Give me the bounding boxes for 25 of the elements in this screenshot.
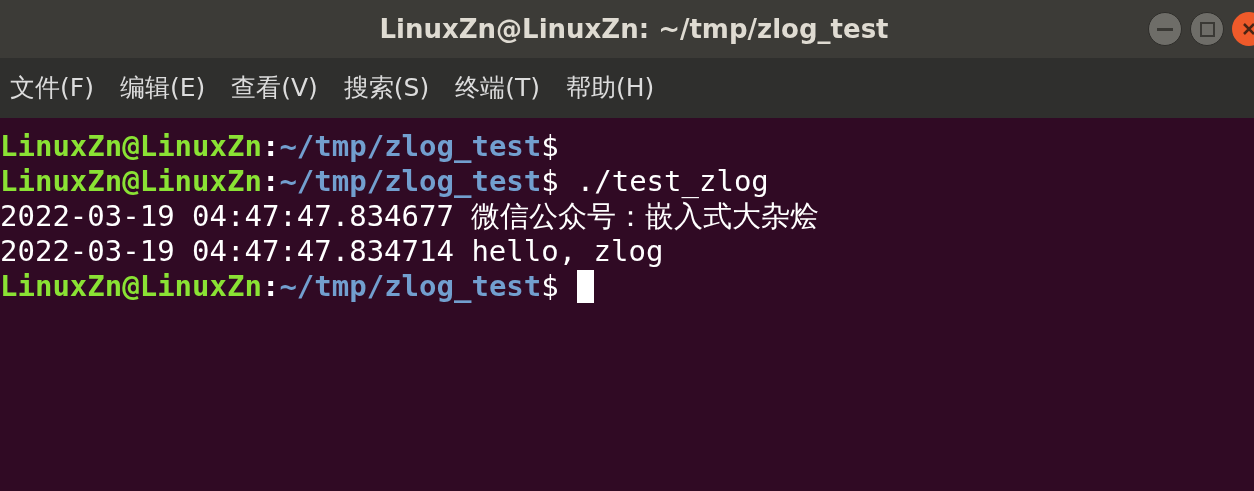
separator: :	[261, 269, 280, 304]
output-line: 2022-03-19 04:47:47.834677 微信公众号：嵌入式大杂烩	[0, 199, 820, 234]
separator: :	[261, 164, 280, 199]
current-path: ~/tmp/zlog_test	[279, 164, 542, 199]
user-host: LinuxZn@LinuxZn	[0, 129, 262, 164]
prompt-sign: $	[541, 269, 559, 304]
menu-item[interactable]: 搜索(S)	[343, 69, 430, 107]
minimize-button[interactable]	[1148, 12, 1182, 46]
maximize-button[interactable]	[1190, 12, 1224, 46]
current-path: ~/tmp/zlog_test	[279, 269, 542, 304]
menu-item[interactable]: 终端(T)	[455, 69, 540, 107]
menu-item[interactable]: 查看(V)	[231, 69, 318, 107]
menu-item[interactable]: 编辑(E)	[119, 69, 206, 107]
menu-item[interactable]: 文件(F)	[10, 69, 94, 107]
prompt-sign: $	[541, 129, 559, 164]
menu-item[interactable]: 帮助(H)	[566, 69, 655, 107]
user-host: LinuxZn@LinuxZn	[0, 164, 262, 199]
user-host: LinuxZn@LinuxZn	[0, 269, 262, 304]
current-path: ~/tmp/zlog_test	[279, 129, 542, 164]
close-icon	[1242, 22, 1254, 36]
output-line: 2022-03-19 04:47:47.834714 hello, zlog	[0, 234, 664, 269]
prompt-sign: $	[541, 164, 559, 199]
command-text: ./test_zlog	[576, 164, 769, 199]
window-title: LinuxZn@LinuxZn: ~/tmp/zlog_test	[378, 12, 890, 46]
separator: :	[261, 129, 280, 164]
